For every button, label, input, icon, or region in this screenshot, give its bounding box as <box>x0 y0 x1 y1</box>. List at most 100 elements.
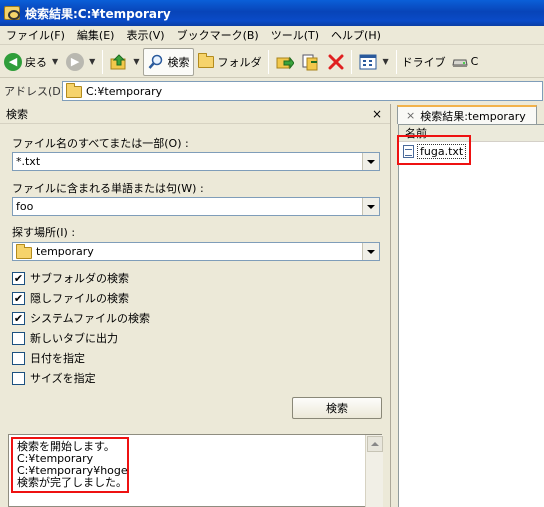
option-new-tab[interactable]: 新しいタブに出力 <box>12 330 118 346</box>
folder-icon <box>198 52 215 68</box>
copy-to-button[interactable] <box>298 48 324 76</box>
date-checkbox[interactable] <box>12 351 25 365</box>
file-list: 名前 fuga.txt <box>397 124 544 507</box>
app-icon <box>4 6 20 20</box>
option-system-files[interactable]: ✔ システムファイルの検索 <box>12 310 150 326</box>
search-toolbar-label: 検索 <box>167 55 190 69</box>
location-dropdown-icon[interactable] <box>362 243 379 260</box>
phrase-value: foo <box>16 200 34 213</box>
address-bar: アドレス(D) C:¥temporary <box>0 79 544 103</box>
option-label: システムファイルの検索 <box>30 312 151 325</box>
views-button[interactable]: ▼ <box>355 48 392 76</box>
forward-dropdown-icon[interactable]: ▼ <box>89 57 95 66</box>
option-label: サブフォルダの検索 <box>30 272 129 285</box>
delete-x-icon <box>328 54 344 69</box>
drive-c-label: C <box>470 55 479 68</box>
file-name: fuga.txt <box>417 144 467 159</box>
new-tab-checkbox[interactable] <box>12 331 25 345</box>
size-checkbox[interactable] <box>12 371 25 385</box>
search-panel-title: 検索 <box>6 107 28 121</box>
filename-label: ファイル名のすべてまたは一部(O) : <box>12 137 189 150</box>
toolbar-separator <box>102 49 104 74</box>
back-arrow-icon: ◀ <box>4 52 22 71</box>
phrase-label: ファイルに含まれる単語または句(W) : <box>12 182 204 195</box>
search-panel: 検索 × ファイル名のすべてまたは一部(O) : *.txt ファイルに含まれる… <box>0 104 391 507</box>
option-size[interactable]: サイズを指定 <box>12 370 96 386</box>
up-folder-icon <box>110 53 126 69</box>
toolbar-separator <box>395 49 397 74</box>
magnifier-icon <box>149 54 163 69</box>
option-label: 隠しファイルの検索 <box>30 292 129 305</box>
filename-combo[interactable]: *.txt <box>12 152 380 171</box>
menu-help[interactable]: ヘルプ(H) <box>325 26 387 45</box>
menu-edit[interactable]: 編集(E) <box>71 26 121 45</box>
back-label: 戻る <box>25 55 47 69</box>
toolbar-separator <box>351 49 353 74</box>
views-dropdown-icon[interactable]: ▼ <box>382 57 388 66</box>
filename-dropdown-icon[interactable] <box>362 153 379 170</box>
folder-icon <box>66 83 82 98</box>
drive-label: ドライブ <box>400 48 450 76</box>
up-folder-button[interactable]: ▼ <box>106 48 143 76</box>
search-button[interactable]: 検索 <box>292 397 382 419</box>
menu-bookmark[interactable]: ブックマーク(B) <box>171 26 265 45</box>
toolbar-separator <box>268 49 270 74</box>
address-value: C:¥temporary <box>86 84 163 98</box>
panel-close-icon[interactable]: × <box>372 107 382 121</box>
folder-toolbar-button[interactable]: フォルダ <box>194 48 265 76</box>
move-to-button[interactable] <box>272 48 298 76</box>
drive-c-button[interactable]: C <box>450 48 481 76</box>
option-label: 新しいタブに出力 <box>30 332 118 345</box>
subfolders-checkbox[interactable]: ✔ <box>12 271 25 285</box>
window-title: 検索結果:C:¥temporary <box>25 6 171 21</box>
menu-file[interactable]: ファイル(F) <box>0 26 71 45</box>
location-value-wrap: temporary <box>13 243 362 259</box>
menu-view[interactable]: 表示(V) <box>120 26 170 45</box>
option-label: サイズを指定 <box>30 372 96 385</box>
toolbar: ◀ 戻る ▼ ▶ ▼ ▼ 検索 フォルダ ▼ ドライブ C <box>0 46 544 78</box>
address-input[interactable]: C:¥temporary <box>62 81 543 101</box>
hard-drive-icon <box>452 59 468 67</box>
address-label: アドレス(D) <box>4 85 66 98</box>
copy-to-icon <box>302 54 318 70</box>
log-scrollbar[interactable] <box>365 435 383 507</box>
option-hidden-files[interactable]: ✔ 隠しファイルの検索 <box>12 290 129 306</box>
drive-label-text: ドライブ <box>401 55 446 69</box>
option-date[interactable]: 日付を指定 <box>12 350 85 366</box>
views-grid-icon <box>359 54 377 69</box>
location-value: temporary <box>36 245 94 258</box>
system-files-checkbox[interactable]: ✔ <box>12 311 25 325</box>
log-line: 検索が完了しました。 <box>17 476 127 489</box>
scroll-up-icon[interactable] <box>367 436 383 452</box>
text-file-icon <box>403 145 414 158</box>
location-combo[interactable]: temporary <box>12 242 380 261</box>
tab-close-icon[interactable]: × <box>406 109 415 122</box>
search-toolbar-button[interactable]: 検索 <box>143 47 195 76</box>
menu-bar: ファイル(F) 編集(E) 表示(V) ブックマーク(B) ツール(T) ヘルプ… <box>0 26 544 45</box>
delete-button[interactable] <box>324 48 348 76</box>
list-item[interactable]: fuga.txt <box>403 144 467 159</box>
back-button[interactable]: ◀ 戻る ▼ <box>0 48 62 76</box>
results-panel: × 検索結果:temporary 名前 fuga.txt <box>396 104 544 507</box>
back-dropdown-icon[interactable]: ▼ <box>52 57 58 66</box>
move-to-icon <box>276 56 295 69</box>
hidden-files-checkbox[interactable]: ✔ <box>12 291 25 305</box>
search-log: 検索を開始します。 C:¥temporary C:¥temporary¥hoge… <box>8 434 383 507</box>
phrase-dropdown-icon[interactable] <box>362 198 379 215</box>
log-highlight-box: 検索を開始します。 C:¥temporary C:¥temporary¥hoge… <box>11 437 129 493</box>
phrase-combo[interactable]: foo <box>12 197 380 216</box>
title-bar: 検索結果:C:¥temporary <box>0 0 544 26</box>
forward-button[interactable]: ▶ ▼ <box>62 48 99 76</box>
location-label: 探す場所(I) : <box>12 226 76 239</box>
menu-tools[interactable]: ツール(T) <box>265 26 325 45</box>
option-label: 日付を指定 <box>30 352 85 365</box>
folder-icon <box>16 243 32 259</box>
folder-toolbar-label: フォルダ <box>217 55 262 69</box>
option-subfolders[interactable]: ✔ サブフォルダの検索 <box>12 270 129 286</box>
up-dropdown-icon[interactable]: ▼ <box>133 57 139 66</box>
search-panel-header: 検索 × <box>0 104 390 124</box>
forward-arrow-icon: ▶ <box>66 52 85 71</box>
tab-label: 検索結果:temporary <box>420 109 526 123</box>
filename-value: *.txt <box>16 155 41 168</box>
tab-search-results[interactable]: × 検索結果:temporary <box>397 105 537 124</box>
